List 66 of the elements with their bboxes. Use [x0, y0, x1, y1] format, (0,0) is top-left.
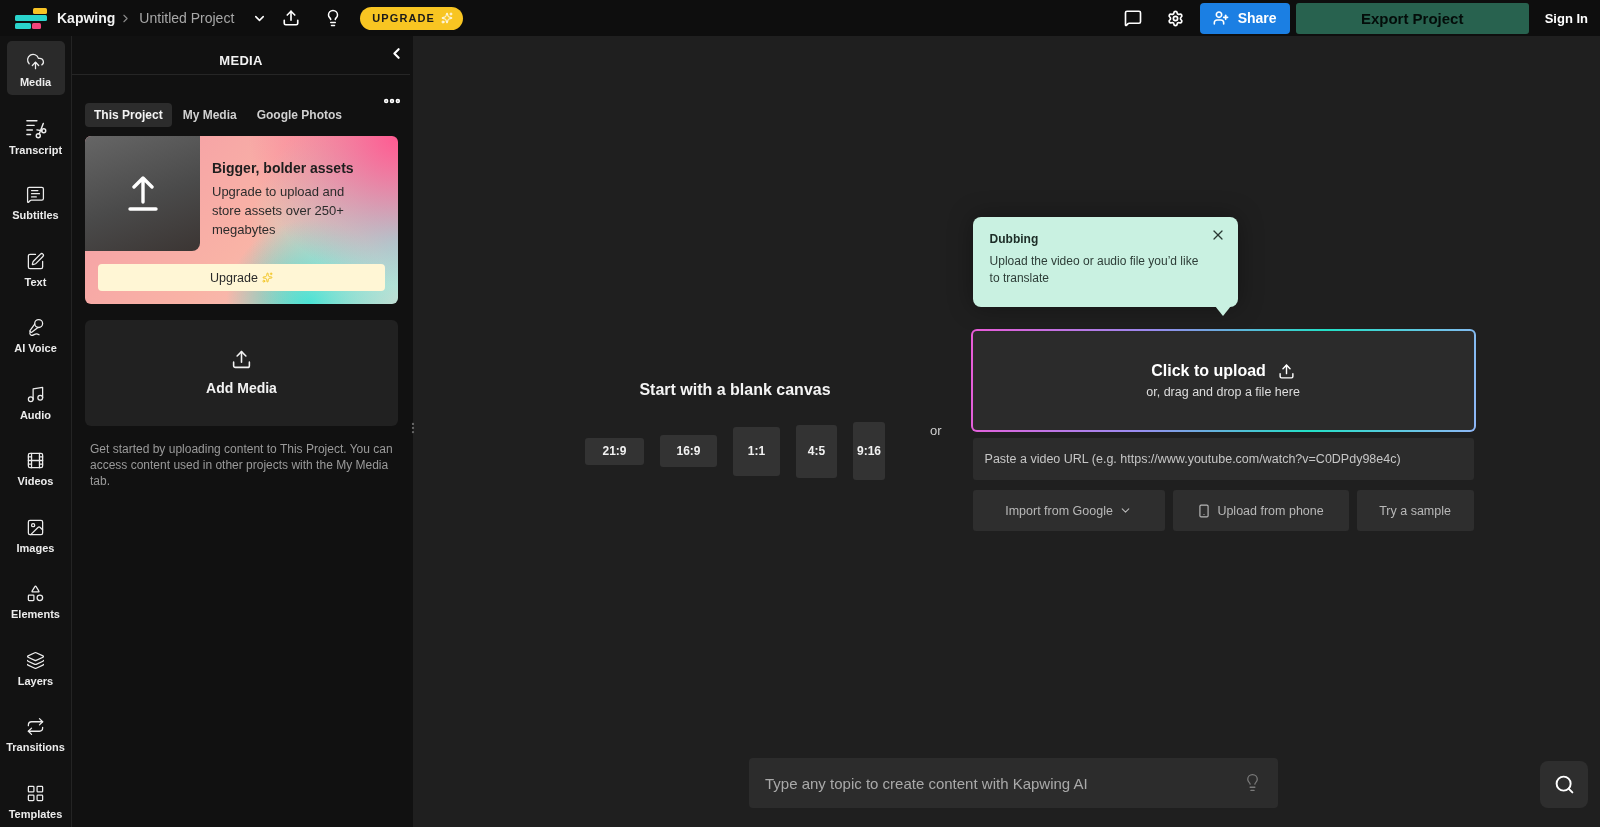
sidebar-item[interactable]: Media: [6, 41, 65, 95]
cloud-upload-icon: [26, 52, 45, 71]
sidebar-item[interactable]: Audio: [6, 373, 65, 428]
try-sample-button[interactable]: Try a sample: [1356, 490, 1474, 531]
sidebar-item[interactable]: Text: [6, 240, 65, 295]
sidebar-item[interactable]: Layers: [6, 639, 65, 694]
sidebar-item[interactable]: Transitions: [6, 706, 65, 760]
sign-in-button[interactable]: Sign In: [1544, 10, 1588, 26]
add-media-button[interactable]: Add Media: [85, 320, 398, 426]
search-icon: [1553, 774, 1575, 795]
shapes-icon: [26, 584, 45, 603]
sidebar-item[interactable]: Videos: [6, 440, 65, 494]
upgrade-button[interactable]: UPGRADE: [360, 6, 463, 30]
upload-arrow-icon: [127, 175, 158, 212]
sidebar-item[interactable]: Transcript: [6, 107, 65, 162]
tab[interactable]: This Project: [85, 103, 172, 127]
music-note-icon: [26, 384, 45, 404]
upload-icon: [231, 349, 252, 370]
tab[interactable]: My Media: [173, 103, 246, 127]
transcript-icon: [24, 118, 47, 139]
user-plus-icon: [1212, 10, 1229, 26]
logo-icon[interactable]: [15, 7, 47, 29]
settings-icon[interactable]: [1166, 9, 1184, 27]
separator-text: or: [930, 422, 942, 438]
film-icon: [26, 451, 45, 470]
aspect-ratio-button[interactable]: 1:1: [733, 426, 780, 476]
import-button[interactable]: Import from Google: [972, 490, 1165, 531]
grid-icon: [26, 783, 45, 803]
sidebar-item[interactable]: Templates: [6, 772, 65, 827]
sidebar-item[interactable]: AI Voice: [6, 307, 65, 361]
sparkles-icon: [441, 12, 453, 24]
tooltip-text: Upload the video or audio file you’d like to translate: [989, 253, 1200, 287]
panel-title: MEDIA: [219, 53, 263, 69]
aspect-ratio-button[interactable]: 16:9: [660, 435, 717, 467]
comment-icon[interactable]: [1123, 9, 1142, 27]
upload-from-phone-button[interactable]: Upload from phone: [1172, 490, 1349, 531]
upload-icon: [1277, 362, 1295, 380]
microphone-icon: [26, 318, 45, 337]
brand-name[interactable]: Kapwing: [57, 10, 116, 26]
aspect-ratio-button[interactable]: 21:9: [585, 437, 644, 465]
image-icon: [26, 517, 45, 537]
upload-dropzone[interactable]: Click to upload or, drag and drop a file here: [970, 329, 1476, 432]
layers-icon: [26, 650, 45, 670]
tooltip-title: Dubbing: [989, 231, 1040, 247]
url-field[interactable]: Paste a video URL (e.g. https://www.youtube.com/watch?v=C0DPdy98e4c): [972, 438, 1474, 480]
prompt-field[interactable]: Type any topic to create content with Kapwing AI: [749, 758, 1278, 808]
aspect-ratio-button[interactable]: 4:5: [796, 424, 837, 478]
canvas-title: Start with a blank canvas: [639, 380, 831, 400]
promo-text: Upgrade to upload and store assets over 250+ megabytes: [212, 183, 346, 239]
pencil-square-icon: [26, 251, 45, 271]
upgrade-button[interactable]: Upgrade: [98, 264, 385, 291]
promo-title: Bigger, bolder assets: [212, 160, 355, 177]
upload-icon[interactable]: [282, 9, 301, 27]
repeat-icon: [26, 717, 45, 736]
sidebar-item[interactable]: Images: [6, 506, 65, 561]
project-title[interactable]: Untitled Project: [139, 10, 235, 26]
tab[interactable]: Google Photos: [247, 103, 352, 127]
sidebar-item[interactable]: Elements: [6, 573, 65, 627]
search-button[interactable]: [1540, 761, 1588, 808]
share-button[interactable]: Share: [1199, 2, 1290, 34]
help-text: Get started by uploading content to This Project. You can access content used in other projects with the My Media tab.: [89, 441, 394, 489]
sparkles-icon: [261, 272, 273, 283]
speech-bubble-icon: [26, 185, 45, 204]
sidebar-item[interactable]: Subtitles: [6, 174, 65, 228]
aspect-ratio-button[interactable]: 9:16: [853, 422, 885, 480]
phone-icon: [1197, 503, 1212, 518]
